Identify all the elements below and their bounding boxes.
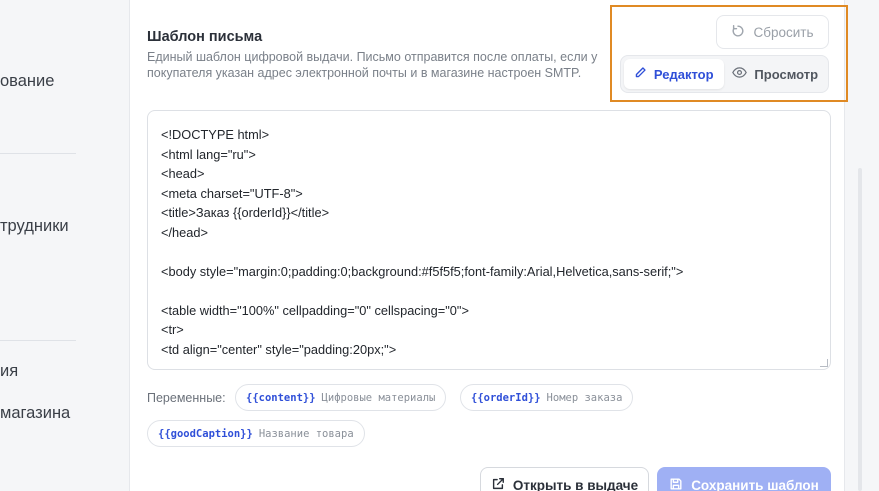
reset-label: Сбросить — [753, 24, 814, 40]
variable-chip-content[interactable]: {{content}} Цифровые материалы — [235, 384, 447, 411]
sidebar: ование трудники ия магазина — [0, 0, 98, 491]
template-description: Единый шаблон цифровой выдачи. Письмо от… — [147, 50, 598, 80]
variables-label: Переменные: — [147, 391, 226, 405]
pencil-icon — [634, 66, 647, 82]
sidebar-divider — [0, 153, 76, 154]
sidebar-item-3[interactable]: ия — [0, 362, 18, 381]
mode-switch: Редактор Просмотр — [620, 55, 829, 93]
open-in-delivery-button[interactable]: Открыть в выдаче — [480, 467, 649, 491]
code-line: <body style="margin:0;padding:0;backgrou… — [161, 263, 684, 279]
preview-tab-label: Просмотр — [754, 66, 819, 82]
code-line: <meta charset="UTF-8"> — [161, 185, 303, 201]
external-link-icon — [491, 477, 505, 491]
variable-hint: Название товара — [258, 427, 354, 440]
editor-tab-label: Редактор — [653, 66, 714, 82]
code-line: <table width="100%" cellpadding="0" cell… — [161, 302, 469, 318]
code-line: <title>Заказ {{orderId}}</title> — [161, 205, 330, 220]
code-line: <td align="center" style="padding:20px;"… — [161, 341, 397, 357]
save-template-button[interactable]: Сохранить шаблон — [657, 467, 831, 491]
sidebar-item-2[interactable]: трудники — [0, 217, 69, 236]
preview-tab[interactable]: Просмотр — [726, 59, 826, 89]
variable-token: {{content}} — [246, 391, 316, 404]
code-line: </head> — [161, 224, 208, 240]
eye-icon — [732, 66, 748, 82]
resize-handle[interactable] — [820, 359, 828, 367]
template-code-editor[interactable]: <!DOCTYPE html> <html lang="ru"> <head> … — [147, 110, 831, 370]
variable-hint: Номер заказа — [546, 391, 623, 404]
save-template-label: Сохранить шаблон — [691, 477, 819, 491]
email-template-card: Шаблон письма Единый шаблон цифровой выд… — [129, 0, 848, 491]
sidebar-divider — [0, 340, 76, 341]
editor-tab[interactable]: Редактор — [624, 59, 724, 89]
variable-chip-orderid[interactable]: {{orderId}} Номер заказа — [460, 384, 634, 411]
variable-token: {{goodCaption}} — [158, 427, 253, 440]
code-line: <html lang="ru"> — [161, 146, 256, 162]
variable-token: {{orderId}} — [471, 391, 541, 404]
code-line: <head> — [161, 166, 205, 181]
sidebar-item-4[interactable]: магазина — [0, 404, 70, 423]
code-line: <!DOCTYPE html> — [161, 127, 270, 142]
sidebar-item-1[interactable]: ование — [0, 72, 54, 91]
save-icon — [669, 477, 683, 491]
variable-chip-goodcaption[interactable]: {{goodCaption}} Название товара — [147, 420, 365, 447]
page-scrollbar[interactable] — [858, 168, 862, 491]
open-in-delivery-label: Открыть в выдаче — [512, 477, 639, 491]
variable-hint: Цифровые материалы — [321, 391, 436, 404]
template-toolbar: Сбросить Редактор Просмотр — [610, 5, 848, 102]
template-title: Шаблон письма — [147, 29, 263, 45]
reset-icon — [731, 24, 745, 41]
code-line: <tr> — [161, 322, 184, 337]
reset-button[interactable]: Сбросить — [716, 15, 829, 49]
